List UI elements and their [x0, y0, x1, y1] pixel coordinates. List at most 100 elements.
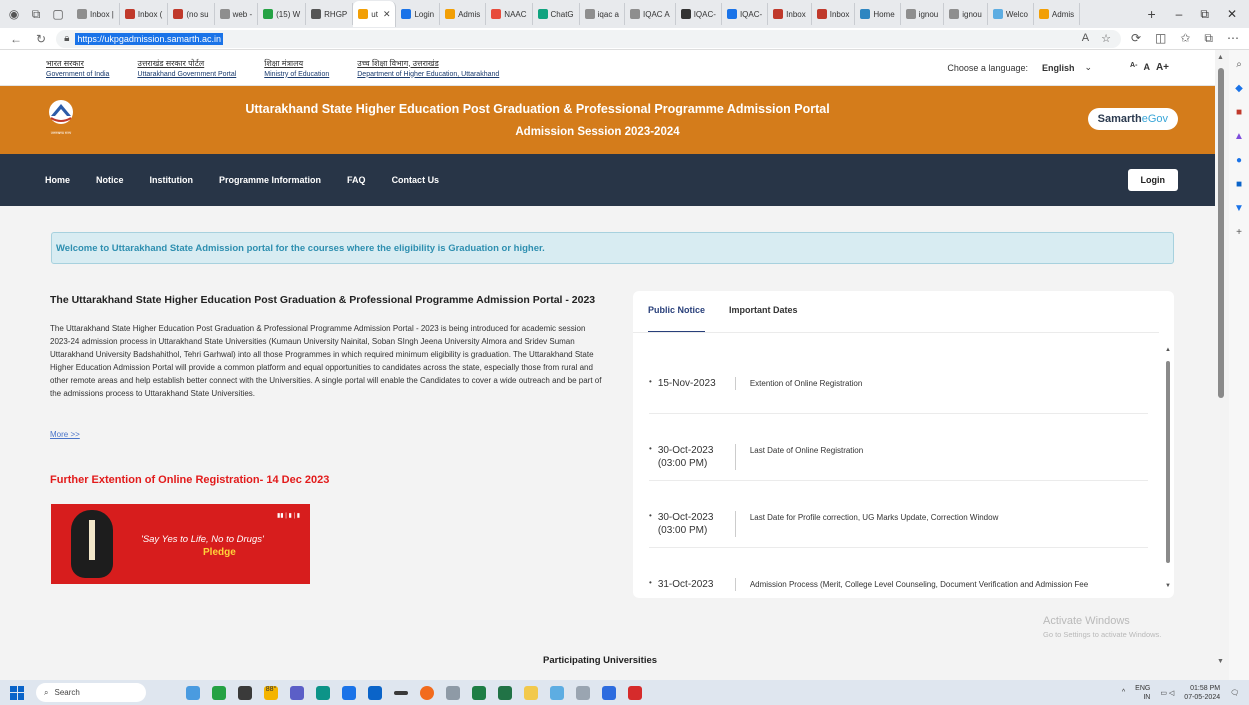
notice-text[interactable]: Admission Process (Merit, College Level … — [750, 578, 1088, 589]
language-select[interactable]: English ⌄ — [1042, 62, 1092, 73]
gov-link-hindi[interactable]: उत्तराखंड सरकार पोर्टल — [137, 58, 236, 69]
sidebar-search-icon[interactable]: ⌕ — [1233, 58, 1245, 70]
notice-text[interactable]: Extention of Online Registration — [750, 377, 863, 388]
teams-icon[interactable] — [290, 685, 304, 700]
browser-tab[interactable]: iqac a — [580, 3, 626, 25]
sidebar-games-icon[interactable]: ● — [1233, 154, 1245, 166]
favorite-star-icon[interactable]: ☆ — [1101, 32, 1111, 45]
browser-tab[interactable]: ignou — [944, 3, 988, 25]
browser-tab[interactable]: Welco — [988, 3, 1034, 25]
zoom-icon[interactable] — [602, 685, 616, 700]
notice-item[interactable]: • 31-Oct-2023 Admission Process (Merit, … — [649, 548, 1148, 598]
browser-tab[interactable]: ChatG — [533, 3, 580, 25]
notice-text[interactable]: Last Date for Profile correction, UG Mar… — [750, 511, 999, 522]
gov-link-english[interactable]: Department of Higher Education, Uttarakh… — [357, 71, 499, 78]
network-icon[interactable] — [550, 685, 564, 700]
scroll-up-icon[interactable]: ▲ — [1165, 347, 1171, 353]
browser-tab[interactable]: NAAC — [486, 3, 533, 25]
browser-tab[interactable]: RHGP — [306, 3, 354, 25]
gov-link-uttarakhand-portal[interactable]: उत्तराखंड सरकार पोर्टल Uttarakhand Gover… — [137, 58, 236, 78]
store-icon[interactable] — [342, 685, 356, 700]
font-normal-button[interactable]: A — [1143, 62, 1150, 73]
gov-link-india[interactable]: भारत सरकार Government of India — [46, 58, 109, 78]
browser-tab[interactable]: Inbox ( — [120, 3, 169, 25]
new-tab-button[interactable]: + — [1139, 6, 1163, 22]
scroll-down-icon[interactable]: ▼ — [1165, 583, 1171, 589]
nav-home[interactable]: Home — [45, 175, 70, 185]
sidebar-tag-icon[interactable]: ◆ — [1233, 82, 1245, 94]
scroll-thumb[interactable] — [1166, 361, 1170, 563]
app-icon[interactable] — [238, 685, 252, 700]
login-button[interactable]: Login — [1127, 169, 1178, 191]
read-aloud-icon[interactable]: A — [1082, 32, 1089, 45]
gov-link-hindi[interactable]: शिक्षा मंत्रालय — [264, 58, 329, 69]
sidebar-people-icon[interactable]: ▲ — [1233, 130, 1245, 142]
nav-programme-information[interactable]: Programme Information — [219, 175, 321, 185]
browser-tab[interactable]: ut ✕ — [353, 1, 397, 27]
sidebar-send-icon[interactable]: ▼ — [1233, 202, 1245, 214]
sidebar-add-icon[interactable]: + — [1233, 226, 1245, 238]
notice-text[interactable]: Last Date of Online Registration — [750, 444, 863, 455]
notice-scrollbar[interactable]: ▲ ▼ — [1164, 347, 1172, 591]
tab-actions-icon[interactable]: ▢ — [50, 6, 66, 22]
chevron-up-icon[interactable]: ^ — [1122, 689, 1125, 696]
edge-icon[interactable] — [316, 685, 330, 700]
notice-item[interactable]: • 30-Oct-2023 (03:00 PM) Last Date for Pr… — [649, 481, 1148, 548]
browser-tab[interactable]: Admis — [1034, 3, 1081, 25]
url-box[interactable]: 🔒︎ https://ukpgadmission.samarth.ac.in A… — [56, 29, 1121, 48]
tab-important-dates[interactable]: Important Dates — [729, 305, 798, 332]
taskbar-search[interactable]: ⌕ Search — [36, 683, 146, 702]
refresh-icon[interactable]: ↻ — [36, 32, 46, 46]
sidebar-shopping-icon[interactable]: ■ — [1233, 106, 1245, 118]
lock-icon[interactable]: 🔒︎ — [64, 33, 69, 44]
windows-start-icon[interactable] — [10, 685, 24, 700]
url-text[interactable]: https://ukpgadmission.samarth.ac.in — [75, 32, 223, 45]
input-language[interactable]: ENG IN — [1135, 684, 1150, 702]
page-scroll-thumb[interactable] — [1218, 68, 1224, 398]
gov-link-ministry-education[interactable]: शिक्षा मंत्रालय Ministry of Education — [264, 58, 329, 78]
browser-tab[interactable]: Admis — [440, 3, 487, 25]
scroll-up-icon[interactable]: ▲ — [1217, 54, 1224, 61]
browser-tab[interactable]: (no su — [168, 3, 215, 25]
font-increase-button[interactable]: A+ — [1156, 62, 1169, 73]
copilot-icon[interactable] — [212, 685, 226, 700]
scroll-down-icon[interactable]: ▼ — [1217, 658, 1224, 665]
browser-tab[interactable]: IQAC- — [676, 3, 722, 25]
browser-tab[interactable]: IQAC- — [722, 3, 769, 25]
nav-notice[interactable]: Notice — [96, 175, 124, 185]
browser-tab[interactable]: (15) W — [258, 3, 307, 25]
camera-icon[interactable] — [576, 685, 590, 700]
uttarakhand-emblem-logo[interactable]: उत्तराखण्ड राज्य — [46, 98, 76, 138]
back-icon[interactable]: ← — [10, 32, 22, 46]
page-scrollbar[interactable]: ▲ ▼ — [1215, 50, 1229, 680]
gov-link-hindi[interactable]: भारत सरकार — [46, 58, 109, 69]
excel-icon[interactable] — [472, 685, 486, 700]
nav-faq[interactable]: FAQ — [347, 175, 366, 185]
browser-tab[interactable]: Inbox — [812, 3, 856, 25]
gov-link-english[interactable]: Uttarakhand Government Portal — [137, 71, 236, 78]
font-decrease-button[interactable]: A- — [1130, 62, 1137, 73]
notifications-icon[interactable]: 🗨︎ — [1230, 689, 1239, 697]
split-screen-icon[interactable]: ◫ — [1155, 31, 1166, 46]
restore-icon[interactable]: ⧉ — [1200, 7, 1209, 22]
gov-link-higher-education[interactable]: उच्च शिक्षा विभाग, उत्तराखंड Department … — [357, 58, 499, 78]
network-volume-icon[interactable]: ▭ ◁ — [1160, 689, 1174, 697]
more-link[interactable]: More >> — [50, 430, 80, 439]
collections-toolbar-icon[interactable]: ⧉ — [1204, 31, 1213, 46]
browser-tab[interactable]: IQAC A — [625, 3, 676, 25]
sidebar-outlook-icon[interactable]: ■ — [1233, 178, 1245, 190]
clock[interactable]: 01:58 PM 07-05-2024 — [1184, 684, 1220, 702]
pdf-icon[interactable] — [628, 685, 642, 700]
notice-item[interactable]: • 30-Oct-2023 (03:00 PM) Last Date of Onl… — [649, 414, 1148, 481]
mail-icon[interactable] — [368, 685, 382, 700]
spreadsheet-icon[interactable] — [498, 685, 512, 700]
gov-link-english[interactable]: Government of India — [46, 71, 109, 78]
close-window-icon[interactable]: ✕ — [1227, 7, 1237, 22]
browser-tab[interactable]: Home — [855, 3, 901, 25]
file-explorer-icon[interactable] — [524, 685, 538, 700]
tab-public-notice[interactable]: Public Notice — [648, 305, 706, 332]
close-tab-icon[interactable]: ✕ — [383, 9, 391, 20]
anti-drugs-pledge-banner[interactable]: ▮▮ | ▮ | ▮ 'Say Yes to Life, No to Drugs… — [51, 504, 310, 584]
collections-icon[interactable]: ⧉ — [28, 6, 44, 22]
registration-announcement[interactable]: Further Extention of Online Registration… — [50, 474, 329, 486]
